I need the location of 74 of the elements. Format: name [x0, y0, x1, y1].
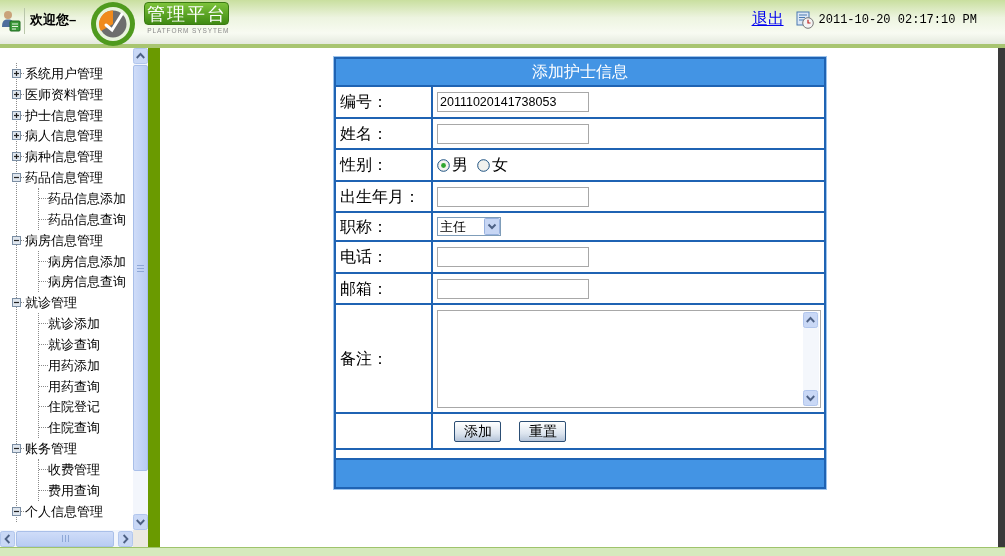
- textarea-scrollbar[interactable]: [803, 311, 819, 406]
- scrollbar-thumb[interactable]: [133, 65, 148, 471]
- radio-label[interactable]: 女: [492, 157, 508, 173]
- tree-subitem[interactable]: 病房信息添加: [48, 253, 126, 269]
- field-label: 姓名：: [340, 124, 388, 142]
- tree-subitem[interactable]: 就诊添加: [48, 316, 100, 332]
- tree-subitem[interactable]: 住院登记: [48, 399, 100, 415]
- tree-subitem[interactable]: 住院查询: [48, 420, 100, 436]
- tree-subitem[interactable]: 药品信息查询: [48, 211, 126, 227]
- add-button[interactable]: 添加: [454, 420, 501, 442]
- collapse-icon[interactable]: [12, 235, 21, 245]
- field-label: 出生年月：: [340, 187, 420, 205]
- tree-item[interactable]: 病人信息管理: [24, 128, 103, 144]
- chevron-down-icon[interactable]: [803, 389, 818, 406]
- expand-icon[interactable]: [12, 89, 21, 99]
- collapse-icon[interactable]: [12, 506, 21, 516]
- vertical-scrollbar[interactable]: [133, 48, 148, 530]
- scrollbar-thumb[interactable]: [16, 530, 114, 547]
- chevron-up-icon[interactable]: [133, 48, 148, 64]
- radio-button[interactable]: [477, 158, 490, 172]
- radio-label[interactable]: 男: [452, 157, 468, 173]
- field-label: 编号：: [340, 93, 388, 110]
- expand-icon[interactable]: [12, 131, 21, 141]
- form-title: 添加护士信息: [335, 58, 825, 86]
- tree-item[interactable]: 病房信息管理: [24, 232, 103, 248]
- field-label: 电话：: [340, 248, 388, 265]
- collapse-icon[interactable]: [12, 444, 21, 454]
- chevron-right-icon[interactable]: [118, 530, 133, 547]
- grip-icon: [61, 535, 69, 542]
- field-label: 性别：: [340, 156, 388, 173]
- logout-link[interactable]: 退出: [751, 9, 784, 29]
- tree-subitem[interactable]: 药品信息添加: [48, 191, 126, 206]
- user-icon: [1, 10, 21, 32]
- field-label: 备注：: [340, 349, 388, 367]
- collapse-icon[interactable]: [12, 298, 21, 308]
- text-field[interactable]: [437, 278, 589, 299]
- text-field[interactable]: [437, 123, 589, 144]
- text-field[interactable]: [437, 186, 589, 207]
- scrollbar-corner: [133, 530, 148, 547]
- datetime-text: 2011-10-20 02:17:10 PM: [818, 12, 977, 28]
- text-field[interactable]: 20111020141738053: [437, 92, 589, 112]
- tree-item[interactable]: 医师资料管理: [24, 86, 103, 102]
- tree-item[interactable]: 就诊管理: [24, 295, 77, 311]
- tree-subitem[interactable]: 就诊查询: [48, 336, 100, 352]
- tree-item[interactable]: 药品信息管理: [24, 170, 103, 186]
- field-label: 邮箱：: [340, 279, 388, 297]
- field-label: 职称：: [340, 217, 388, 235]
- tree-item[interactable]: 个人信息管理: [24, 503, 103, 519]
- tree-subitem[interactable]: 收费管理: [48, 461, 100, 477]
- grip-icon: [137, 264, 144, 272]
- clock-icon: [795, 11, 814, 29]
- tree-subitem[interactable]: 费用查询: [48, 482, 100, 498]
- tree-item[interactable]: 病种信息管理: [24, 149, 103, 165]
- text-field[interactable]: [437, 247, 589, 267]
- horizontal-scrollbar[interactable]: [0, 530, 133, 547]
- chevron-left-icon[interactable]: [0, 530, 15, 547]
- tree-subitem[interactable]: 病房信息查询: [48, 274, 126, 290]
- tree-item[interactable]: 护士信息管理: [24, 107, 103, 123]
- tree-item[interactable]: 账务管理: [24, 441, 77, 457]
- chevron-down-icon[interactable]: [484, 218, 500, 235]
- expand-icon[interactable]: [12, 152, 21, 162]
- reset-button[interactable]: 重置: [519, 420, 566, 442]
- title-select[interactable]: 主任: [437, 217, 501, 236]
- chevron-up-icon[interactable]: [803, 311, 818, 328]
- chevron-down-icon[interactable]: [133, 514, 148, 530]
- logo-title: 管理平台: [144, 2, 230, 25]
- expand-icon[interactable]: [12, 110, 21, 120]
- collapse-icon[interactable]: [12, 173, 21, 183]
- tree-subitem[interactable]: 用药查询: [48, 378, 100, 394]
- expand-icon[interactable]: [12, 68, 21, 78]
- welcome-text: 欢迎您–: [30, 11, 77, 29]
- tree-item[interactable]: 系统用户管理: [24, 65, 103, 81]
- tree-subitem[interactable]: 用药添加: [48, 357, 100, 373]
- radio-button[interactable]: [437, 158, 450, 172]
